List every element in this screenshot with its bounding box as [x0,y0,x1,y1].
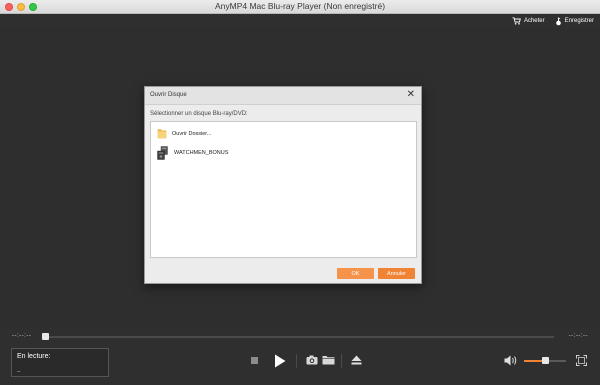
total-time: --:--:-- [568,333,588,339]
eject-icon[interactable] [351,355,362,365]
divider [296,354,297,368]
disc-drive-icon [157,146,168,160]
list-item-label: WATCHMEN_BONUS [174,150,229,156]
title-bar: AnyMP4 Mac Blu-ray Player (Non enregistr… [0,0,600,14]
open-disc-dialog: Ouvrir Disque ✕ Sélectionner un disque B… [144,86,422,284]
cancel-button[interactable]: Annuler [378,268,415,279]
camera-icon[interactable] [306,355,318,365]
player-window: AnyMP4 Mac Blu-ray Player (Non enregistr… [0,0,600,385]
dialog-header: Ouvrir Disque ✕ [145,87,421,105]
progress-thumb[interactable] [42,333,49,340]
register-label: Enregistrer [564,18,594,24]
volume-thumb[interactable] [542,357,549,364]
buy-button[interactable]: Acheter [512,17,545,25]
divider [341,354,342,368]
disc-list: Ouvrir Dossier... WATCHMEN_BONUS [150,121,417,258]
progress-track[interactable] [42,336,554,338]
fullscreen-icon[interactable] [576,355,587,366]
dialog-footer: OK Annuler [145,263,421,283]
open-folder-icon[interactable] [322,355,335,365]
dialog-subtitle: Sélectionner un disque Blu-ray/DVD: [150,111,248,117]
list-item-disc[interactable]: WATCHMEN_BONUS [157,146,228,160]
dialog-title: Ouvrir Disque [150,92,187,98]
volume-icon[interactable] [504,355,518,366]
buy-label: Acheter [523,18,545,24]
dialog-close-icon[interactable]: ✕ [407,90,415,100]
register-button[interactable]: Enregistrer [555,17,594,26]
cart-icon [512,17,521,25]
stop-button[interactable] [251,357,258,364]
progress-row: --:--:-- --:--:-- [0,332,600,342]
now-playing-label: En lecture: [17,353,51,360]
top-toolbar: Acheter Enregistrer [512,15,594,27]
key-icon [555,17,561,25]
now-playing-value: _ [17,366,21,372]
now-playing-box: En lecture: _ [11,348,109,377]
list-item-label: Ouvrir Dossier... [172,130,212,137]
play-icon[interactable] [274,354,286,368]
window-title: AnyMP4 Mac Blu-ray Player (Non enregistr… [214,1,386,11]
folder-icon [157,129,167,139]
elapsed-time: --:--:-- [12,333,32,339]
ok-button[interactable]: OK [337,268,374,279]
list-item-open-folder[interactable]: Ouvrir Dossier... [157,128,211,139]
